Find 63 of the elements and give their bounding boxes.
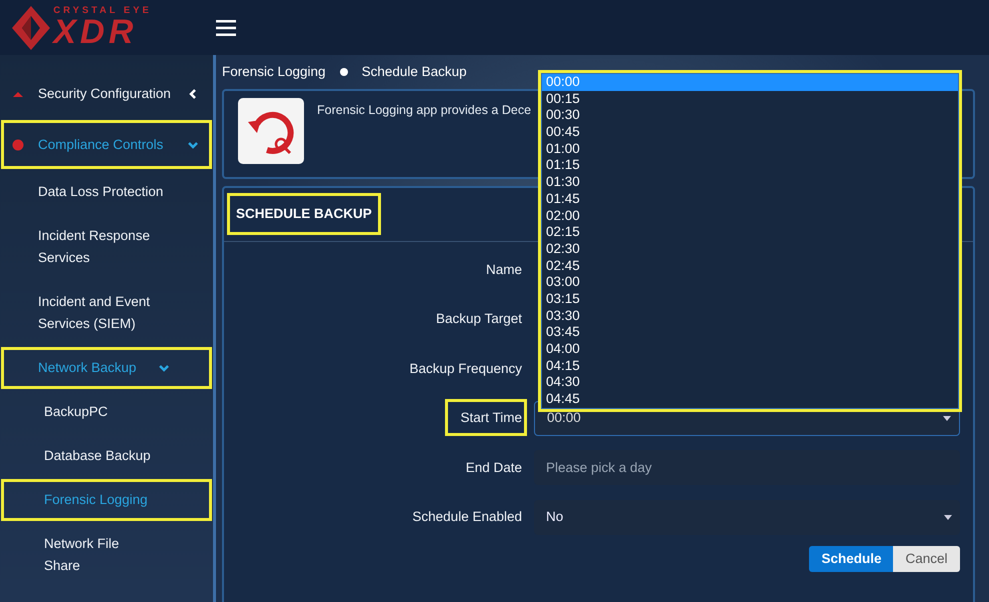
sidebar-item[interactable]: Database Backup	[0, 434, 213, 478]
sidebar-label: BackupPC	[44, 403, 108, 421]
sidebar-item[interactable]: Network File Share	[0, 522, 213, 588]
dropdown-option[interactable]: 03:00	[542, 274, 958, 291]
breadcrumb-separator-icon	[340, 68, 348, 76]
field-label: End Date	[464, 458, 523, 477]
dropdown-option[interactable]: 02:00	[542, 208, 958, 224]
circle-icon	[12, 138, 24, 150]
field-label: Backup Frequency	[408, 360, 523, 378]
field-label: Name	[484, 260, 523, 279]
sidebar-item[interactable]: Incident and Event Services (SIEM)	[0, 280, 213, 346]
dropdown-option[interactable]: 00:45	[542, 124, 958, 141]
sidebar-item[interactable]: Data Loss Protection	[0, 170, 213, 214]
dropdown-option[interactable]: 02:30	[542, 240, 958, 258]
logo-wordmark: XDR	[53, 15, 138, 50]
dropdown-option[interactable]: 03:15	[542, 290, 958, 308]
dropdown-option[interactable]: 01:30	[542, 174, 958, 191]
breadcrumb-link[interactable]: Schedule Backup	[362, 62, 467, 82]
chevron-down-icon	[158, 362, 170, 374]
dropdown-option[interactable]: 01:45	[542, 190, 958, 208]
sidebar-label: Network File Share	[44, 535, 120, 575]
dropdown-option[interactable]: 00:30	[542, 107, 958, 124]
dropdown-option[interactable]: 02:15	[542, 224, 958, 241]
dropdown-option[interactable]: 04:30	[542, 374, 958, 392]
sidebar-item[interactable]: Compliance Controls	[0, 119, 213, 170]
sidebar-label: Security Configuration	[38, 84, 171, 103]
cancel-button[interactable]: Cancel	[893, 546, 960, 572]
section-title: SCHEDULE BACKUP	[230, 196, 378, 232]
schedule-button[interactable]: Schedule	[809, 546, 894, 572]
select-field[interactable]: No	[534, 500, 960, 535]
sidebar-label: Incident Response Services	[38, 227, 151, 267]
dropdown-option[interactable]: 04:15	[542, 358, 958, 374]
sidebar-label: Database Backup	[44, 447, 151, 465]
dropdown-option[interactable]: 01:15	[542, 157, 958, 174]
caret-icon	[942, 416, 950, 421]
sidebar-label: Compliance Controls	[38, 136, 164, 154]
chevron-left-icon	[187, 88, 199, 100]
breadcrumb-link[interactable]: Forensic Logging	[222, 62, 326, 82]
sidebar-label: Network Backup	[38, 359, 136, 377]
sidebar-label: Data Loss Protection	[38, 183, 164, 201]
dropdown-option[interactable]: 01:00	[542, 140, 958, 158]
dropdown-option[interactable]: 02:45	[542, 258, 958, 274]
menu-icon[interactable]	[216, 20, 236, 36]
date-field[interactable]: Please pick a day	[534, 450, 960, 486]
sidebar-label: Forensic Logging	[44, 491, 148, 509]
app-description: Forensic Logging app provides a Dece	[317, 102, 532, 120]
sidebar-item[interactable]: Incident Response Services	[0, 214, 213, 280]
sidebar-item[interactable]: Security Configuration	[0, 68, 213, 119]
sidebar-item[interactable]: BackupPC	[0, 390, 213, 434]
sidebar-label: Incident and Event Services (SIEM)	[38, 293, 151, 333]
dropdown-option[interactable]: 03:45	[542, 324, 958, 341]
logo-tagline: CRYSTAL EYE	[53, 6, 152, 16]
dropdown-option[interactable]: 03:30	[542, 308, 958, 324]
logo-icon	[12, 6, 50, 50]
field-label: Backup Target	[434, 310, 523, 328]
dropdown-option[interactable]: 00:15	[542, 90, 958, 108]
caret-icon	[944, 514, 952, 520]
field-label: Start Time	[448, 402, 524, 434]
dropdown-option[interactable]: 04:00	[542, 341, 958, 358]
sidebar-item[interactable]: Forensic Logging	[0, 478, 213, 522]
field-label: Schedule Enabled	[411, 508, 523, 526]
time-dropdown-list[interactable]: 00:00 00:15 00:30 00:45 01:00 01:15 01:30 01:45 02:00 02:15 02:30 02:45 03:00 03:15 03:30 03:45 04:00 04:15 04:30 04:45	[541, 73, 959, 409]
sidebar-item[interactable]: Network Backup	[0, 346, 213, 390]
